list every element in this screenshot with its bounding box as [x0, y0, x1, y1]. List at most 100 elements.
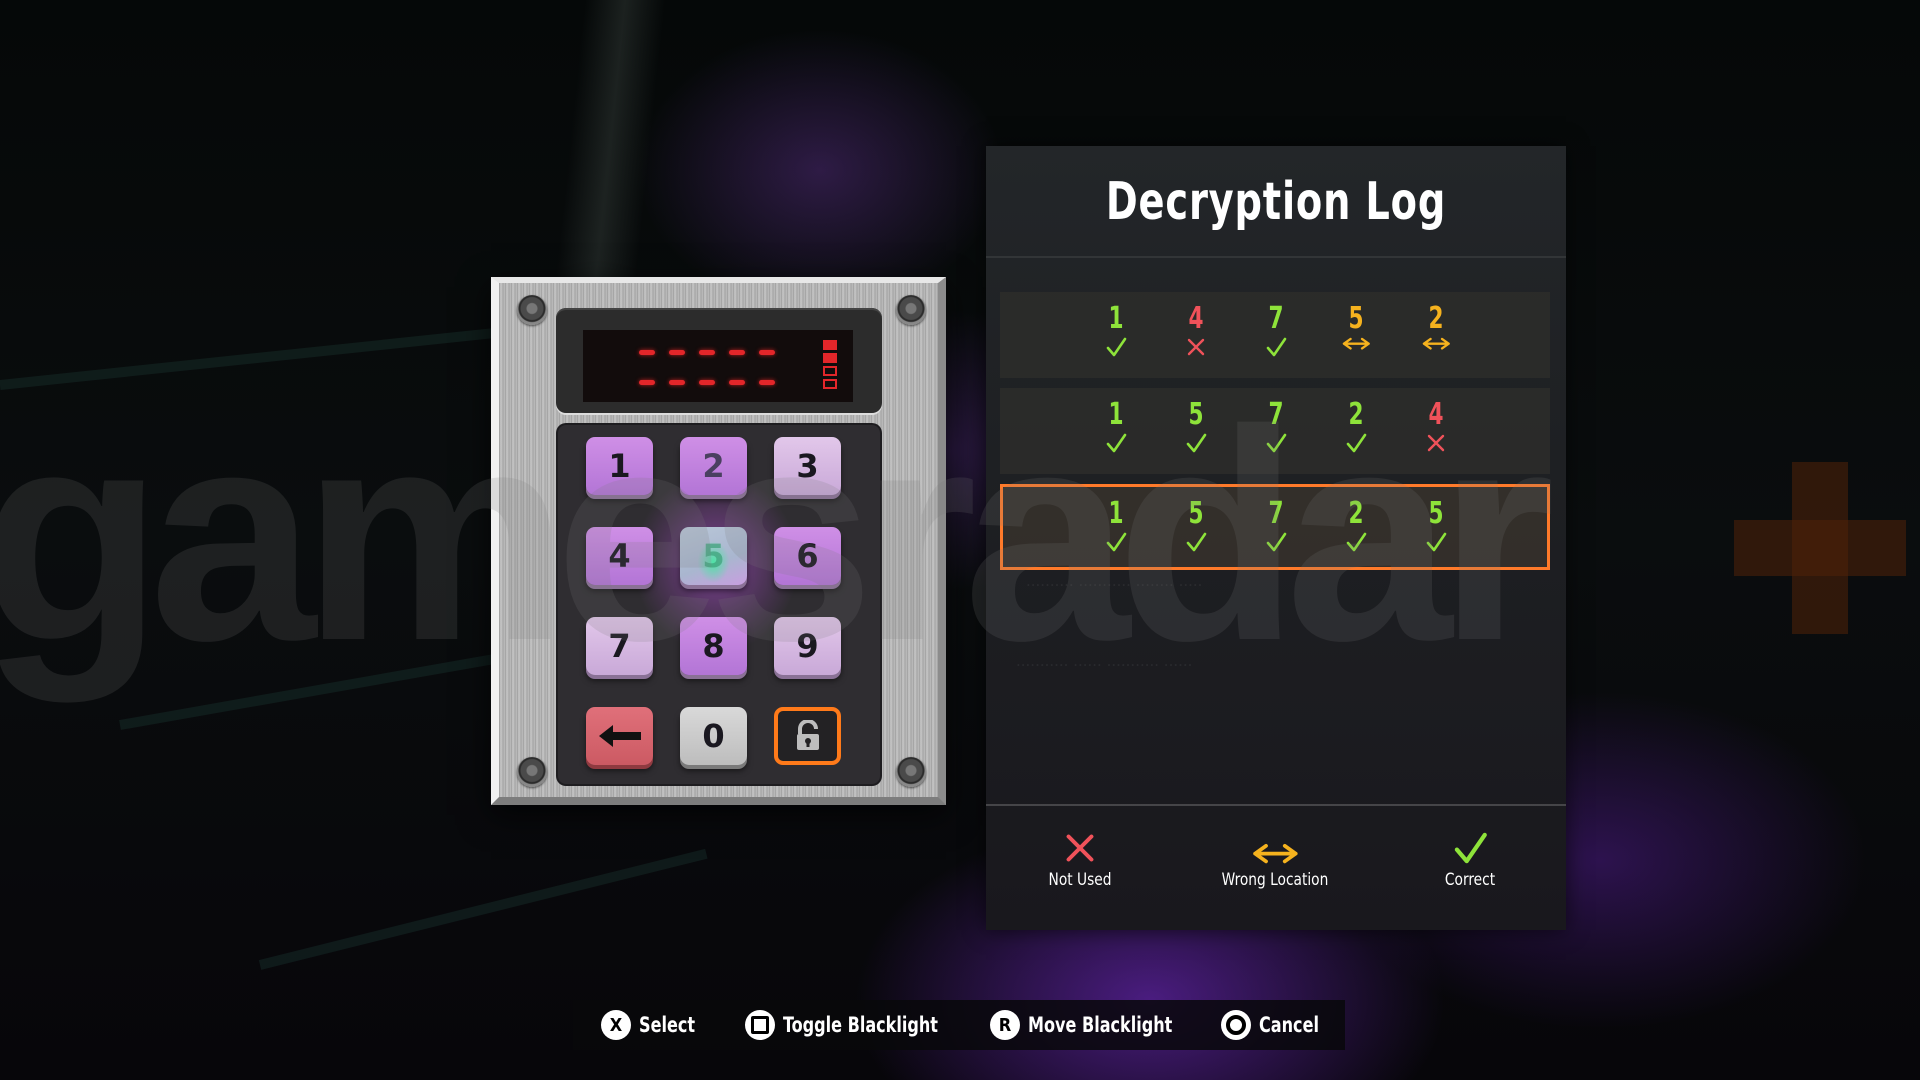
code-display-frame	[556, 308, 882, 413]
divider	[986, 256, 1566, 258]
empty-digit-segment	[639, 380, 655, 385]
hint-label: Cancel	[1259, 1013, 1319, 1037]
digit-key-9[interactable]: 9	[774, 617, 841, 675]
legend-label: Correct	[1444, 870, 1496, 890]
checkmark-icon	[1106, 433, 1127, 453]
log-entry: 5	[1176, 398, 1216, 458]
attempt-indicator	[823, 340, 837, 350]
backspace-key[interactable]	[586, 707, 653, 765]
legend-correct: Correct	[1390, 826, 1550, 890]
digit-key-6[interactable]: 6	[774, 527, 841, 585]
checkmark-icon	[1186, 532, 1207, 552]
status-mark	[1256, 336, 1296, 362]
status-mark	[1416, 432, 1456, 458]
empty-digit-segment	[639, 350, 655, 355]
background-print-text: ·········· ··········· ········ ·····	[1026, 576, 1203, 594]
double-arrow-icon	[1342, 337, 1370, 350]
code-display	[583, 330, 853, 402]
log-entry: 1	[1096, 398, 1136, 458]
legend-not-used: Not Used	[1000, 826, 1160, 890]
square-button-icon	[745, 1010, 775, 1040]
legend-icon	[1390, 826, 1550, 866]
hint-select[interactable]: X Select	[601, 1010, 705, 1040]
cross-icon	[1187, 338, 1205, 356]
unlock-icon	[796, 720, 819, 750]
log-digit: 5	[1188, 397, 1204, 432]
screw-icon	[517, 295, 547, 325]
status-mark	[1416, 531, 1456, 557]
legend-label: Not Used	[1048, 870, 1112, 890]
hint-toggle-blacklight[interactable]: Toggle Blacklight	[745, 1010, 965, 1040]
status-mark	[1096, 531, 1136, 557]
status-mark	[1176, 336, 1216, 362]
checkmark-icon	[1186, 433, 1207, 453]
hint-move-blacklight[interactable]: R Move Blacklight	[990, 1010, 1198, 1040]
legend-wrong-location: Wrong Location	[1195, 826, 1355, 890]
empty-digit-segment	[699, 380, 715, 385]
log-entry: 5	[1416, 497, 1456, 557]
log-digit: 4	[1428, 397, 1444, 432]
log-entry: 7	[1256, 497, 1296, 557]
log-entry: 7	[1256, 398, 1296, 458]
log-digit: 5	[1348, 301, 1364, 336]
status-mark	[1256, 531, 1296, 557]
log-title: Decryption Log	[1105, 172, 1447, 232]
log-digit: 5	[1428, 496, 1444, 531]
digit-key-0[interactable]: 0	[680, 707, 747, 765]
log-digit: 2	[1348, 496, 1364, 531]
log-digit: 7	[1268, 496, 1284, 531]
background-line	[258, 848, 708, 970]
log-digit: 2	[1348, 397, 1364, 432]
log-digit: 7	[1268, 397, 1284, 432]
checkmark-icon	[1266, 433, 1287, 453]
watermark-plus-icon	[1734, 462, 1906, 634]
divider	[986, 804, 1566, 806]
log-digit: 2	[1428, 301, 1444, 336]
screw-icon	[517, 757, 547, 787]
log-entry: 5	[1176, 497, 1216, 557]
hint-label: Move Blacklight	[1028, 1013, 1173, 1037]
status-mark	[1096, 336, 1136, 362]
log-entry: 1	[1096, 497, 1136, 557]
digit-key-8[interactable]: 8	[680, 617, 747, 675]
hint-cancel[interactable]: Cancel	[1221, 1010, 1330, 1040]
right-stick-icon: R	[990, 1010, 1020, 1040]
keypad-buttons: 0 123 456 789	[556, 423, 882, 786]
cross-icon	[1066, 834, 1094, 862]
log-digit: 1	[1108, 496, 1124, 531]
arrow-left-icon	[598, 725, 641, 747]
log-entry: 1	[1096, 302, 1136, 362]
background-print-text: ··········· ······ ··········· ······	[1016, 656, 1193, 674]
control-hints-bar: X Select Toggle Blacklight R Move Blacklight…	[573, 1000, 1345, 1050]
digit-key-3[interactable]: 3	[774, 437, 841, 495]
checkmark-icon	[1106, 532, 1127, 552]
legend-icon	[1195, 826, 1355, 866]
digit-key-5[interactable]: 5	[680, 527, 747, 585]
log-entry: 2	[1336, 497, 1376, 557]
empty-digit-segment	[729, 350, 745, 355]
digit-key-4[interactable]: 4	[586, 527, 653, 585]
circle-button-icon	[1221, 1010, 1251, 1040]
status-mark	[1336, 336, 1376, 362]
unlock-key[interactable]	[774, 707, 841, 765]
legend-label: Wrong Location	[1221, 870, 1329, 890]
digit-key-7[interactable]: 7	[586, 617, 653, 675]
attempt-indicator	[823, 379, 837, 389]
log-digit: 1	[1108, 301, 1124, 336]
digit-key-1[interactable]: 1	[586, 437, 653, 495]
empty-digit-segment	[729, 380, 745, 385]
log-entry: 7	[1256, 302, 1296, 362]
log-row: 1 4 7 5 2	[1000, 292, 1550, 378]
double-arrow-icon	[1422, 337, 1450, 350]
cross-icon	[1427, 434, 1445, 452]
status-mark	[1256, 432, 1296, 458]
checkmark-icon	[1426, 532, 1447, 552]
digit-key-2[interactable]: 2	[680, 437, 747, 495]
log-digit: 5	[1188, 496, 1204, 531]
decryption-log-panel: Decryption Log 1 4 7 5 2 1 5 7 2 4 1 5 7 2 5 ·········…	[986, 146, 1566, 930]
checkmark-icon	[1346, 532, 1367, 552]
log-row-current: 1 5 7 2 5	[1000, 484, 1550, 570]
double-arrow-icon	[1252, 843, 1298, 864]
empty-digit-segment	[699, 350, 715, 355]
checkmark-icon	[1454, 832, 1487, 864]
